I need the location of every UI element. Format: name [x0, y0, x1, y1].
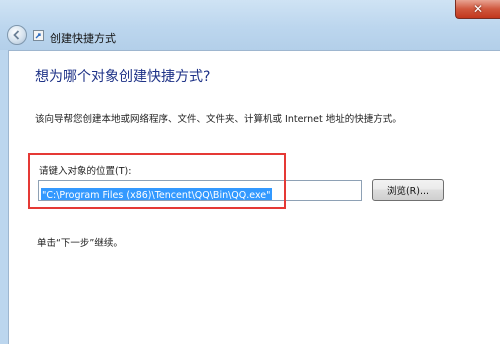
location-input-selected-text: "C:\Program Files (x86)\Tencent\QQ\Bin\Q…: [41, 188, 272, 201]
page-heading: 想为哪个对象创建快捷方式?: [35, 69, 211, 85]
location-label: 请键入对象的位置(T):: [39, 166, 132, 177]
close-button[interactable]: ✕: [455, 0, 500, 19]
back-arrow-glyph: [13, 30, 20, 40]
next-step-hint: 单击“下一步”继续。: [37, 238, 123, 249]
window-title: 创建快捷方式: [50, 32, 116, 45]
browse-button[interactable]: 浏览(R)...: [372, 179, 444, 201]
wizard-description: 该向导帮您创建本地或网络程序、文件、文件夹、计算机或 Internet 地址的快…: [35, 114, 402, 125]
location-input[interactable]: "C:\Program Files (x86)\Tencent\QQ\Bin\Q…: [38, 180, 362, 201]
back-arrow-icon[interactable]: [7, 25, 27, 45]
wizard-content: 想为哪个对象创建快捷方式? 该向导帮您创建本地或网络程序、文件、文件夹、计算机或…: [8, 50, 500, 344]
title-bar: 创建快捷方式 ✕: [0, 0, 500, 50]
shortcut-wizard-icon: [33, 30, 44, 41]
